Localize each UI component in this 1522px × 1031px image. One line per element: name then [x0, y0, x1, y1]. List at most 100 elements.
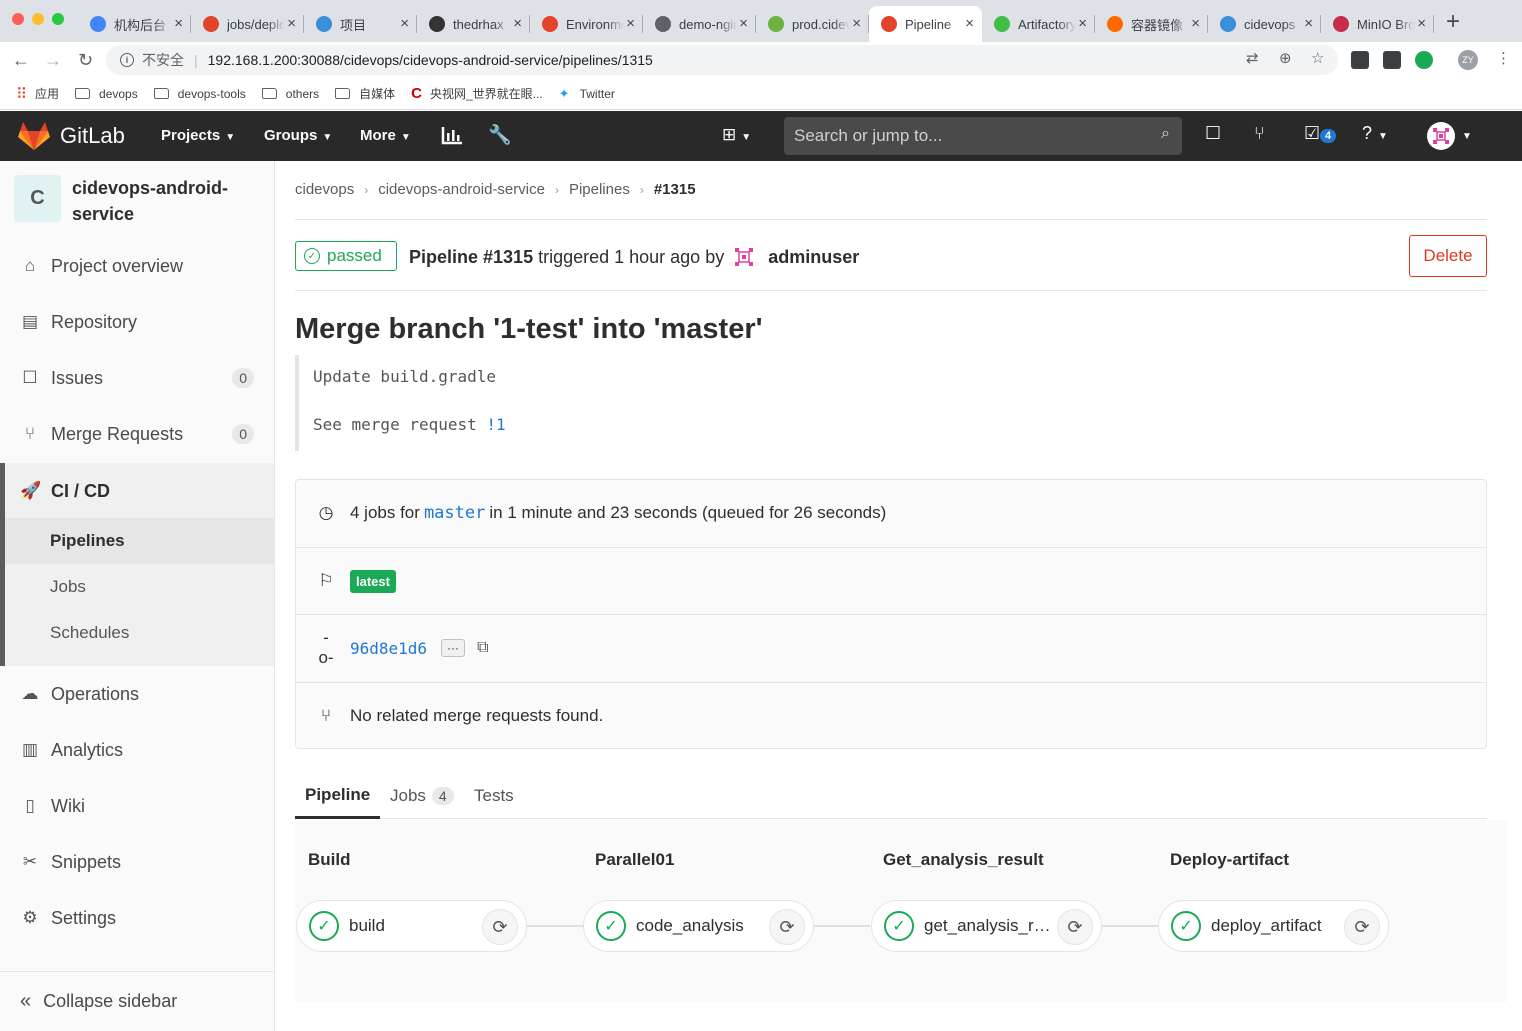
sidebar-subitem-schedules[interactable]: Schedules: [5, 610, 274, 656]
breadcrumb-link[interactable]: cidevops: [295, 181, 354, 200]
more-menu[interactable]: More ▼: [360, 127, 411, 144]
browser-tab[interactable]: 机构后台 ×: [78, 6, 191, 42]
retry-button[interactable]: ⟳: [482, 909, 518, 945]
extension-icon[interactable]: [1351, 51, 1369, 69]
job-code-analysis[interactable]: ✓ code_analysis ⟳: [583, 900, 814, 952]
close-tab-icon[interactable]: ×: [965, 15, 974, 33]
close-tab-icon[interactable]: ×: [626, 15, 635, 33]
close-tab-icon[interactable]: ×: [513, 15, 522, 33]
zoom-icon[interactable]: ⊕: [1279, 49, 1292, 67]
close-tab-icon[interactable]: ×: [174, 15, 183, 33]
info-icon[interactable]: i: [120, 53, 134, 67]
todos-icon[interactable]: ☑: [1304, 123, 1320, 144]
gitlab-home-link[interactable]: GitLab: [18, 121, 125, 151]
address-bar[interactable]: i 不安全 | 192.168.1.200:30088/cidevops/cid…: [106, 45, 1338, 75]
browser-tab[interactable]: 容器镜像 ×: [1095, 6, 1208, 42]
sidebar-subitem-pipelines[interactable]: Pipelines: [5, 518, 274, 564]
collapse-sidebar-button[interactable]: «Collapse sidebar: [0, 971, 274, 1031]
search-input[interactable]: Search or jump to... ⌕: [784, 117, 1182, 155]
close-window-button[interactable]: [12, 13, 24, 25]
browser-tab[interactable]: MinIO Browser×: [1321, 6, 1434, 42]
new-plus-icon[interactable]: ⊞ ▼: [722, 125, 751, 145]
close-tab-icon[interactable]: ×: [400, 15, 409, 33]
admin-wrench-icon[interactable]: 🔧: [488, 123, 512, 147]
browser-tab[interactable]: Pipeline ×: [869, 6, 982, 42]
sidebar-item-issues[interactable]: ☐ Issues 0: [0, 350, 274, 406]
maximize-window-button[interactable]: [52, 13, 64, 25]
browser-tab[interactable]: cidevops ×: [1208, 6, 1321, 42]
close-tab-icon[interactable]: ×: [287, 15, 296, 33]
chevron-down-icon[interactable]: ▼: [1462, 131, 1472, 142]
commit-sha-link[interactable]: 96d8e1d6: [350, 639, 427, 658]
job-deploy-artifact[interactable]: ✓ deploy_artifact ⟳: [1158, 900, 1389, 952]
groups-menu[interactable]: Groups ▼: [264, 127, 332, 144]
sidebar-item-snippets[interactable]: ✂ Snippets: [0, 834, 274, 890]
toggle-commit-message-button[interactable]: ···: [441, 639, 466, 657]
bookmark-item[interactable]: others: [261, 87, 319, 101]
merge-requests-nav-icon[interactable]: ⑂: [1254, 123, 1265, 144]
sidebar-item-merge-requests[interactable]: ⑂ Merge Requests 0: [0, 406, 274, 462]
job-get-analysis-result[interactable]: ✓ get_analysis_re... ⟳: [871, 900, 1102, 952]
close-tab-icon[interactable]: ×: [1304, 15, 1313, 33]
status-badge[interactable]: ✓ passed: [295, 241, 397, 271]
sidebar-item-wiki[interactable]: ▯ Wiki: [0, 778, 274, 834]
browser-tab[interactable]: thedrhax ×: [417, 6, 530, 42]
user-avatar[interactable]: [732, 245, 757, 269]
copy-sha-icon[interactable]: ⧉: [477, 639, 488, 657]
menu-icon[interactable]: ⋮: [1496, 49, 1511, 67]
bookmark-star-icon[interactable]: ☆: [1311, 49, 1324, 67]
analytics-icon[interactable]: [441, 127, 463, 145]
project-avatar[interactable]: C: [14, 175, 61, 222]
browser-tab[interactable]: demo-nginx×: [643, 6, 756, 42]
close-tab-icon[interactable]: ×: [1078, 15, 1087, 33]
sidebar-item-operations[interactable]: ☁ Operations: [0, 666, 274, 722]
user-name-link[interactable]: adminuser: [768, 247, 859, 268]
job-build[interactable]: ✓ build ⟳: [296, 900, 527, 952]
browser-tab[interactable]: 项目 ×: [304, 6, 417, 42]
sidebar-subitem-jobs[interactable]: Jobs: [5, 564, 274, 610]
sidebar-item-cicd[interactable]: 🚀 CI / CD: [5, 463, 274, 519]
back-button[interactable]: ←: [12, 48, 30, 72]
project-name[interactable]: cidevops-android-service: [72, 175, 262, 227]
tab-pipeline[interactable]: Pipeline: [295, 773, 381, 819]
minimize-window-button[interactable]: [32, 13, 44, 25]
sidebar-item-settings[interactable]: ⚙ Settings: [0, 890, 274, 946]
sidebar-item-project-overview[interactable]: ⌂ Project overview: [0, 238, 274, 294]
forward-button[interactable]: →: [44, 48, 62, 72]
breadcrumb-link[interactable]: cidevops-android-service: [378, 181, 545, 200]
tab-tests[interactable]: Tests: [474, 773, 514, 819]
bookmark-item[interactable]: ⠿ 应用: [16, 85, 59, 103]
user-avatar[interactable]: [1427, 122, 1455, 150]
sidebar-item-repository[interactable]: ▤ Repository: [0, 294, 274, 350]
delete-button[interactable]: Delete: [1409, 235, 1487, 277]
bookmark-item[interactable]: C 央视网_世界就在眼...: [411, 85, 543, 102]
close-tab-icon[interactable]: ×: [1417, 15, 1426, 33]
help-icon[interactable]: ? ▼: [1362, 123, 1388, 144]
new-tab-button[interactable]: +: [1446, 10, 1460, 34]
browser-tab[interactable]: prod.cidevops×: [756, 6, 869, 42]
extension-icon[interactable]: [1383, 51, 1401, 69]
issues-nav-icon[interactable]: ☐: [1205, 123, 1221, 144]
bookmark-item[interactable]: devops-tools: [153, 87, 246, 101]
browser-tab[interactable]: Artifactory ×: [982, 6, 1095, 42]
retry-button[interactable]: ⟳: [769, 909, 805, 945]
browser-tab[interactable]: Environments×: [530, 6, 643, 42]
tab-jobs[interactable]: Jobs 4: [390, 773, 454, 819]
projects-menu[interactable]: Projects ▼: [161, 127, 235, 144]
close-tab-icon[interactable]: ×: [739, 15, 748, 33]
bookmark-item[interactable]: ✦ Twitter: [559, 86, 615, 102]
close-tab-icon[interactable]: ×: [1191, 15, 1200, 33]
sidebar-item-analytics[interactable]: ▥ Analytics: [0, 722, 274, 778]
reload-button[interactable]: ↻: [78, 48, 93, 72]
close-tab-icon[interactable]: ×: [852, 15, 861, 33]
breadcrumb-current[interactable]: #1315: [654, 181, 696, 200]
translate-icon[interactable]: ⇄: [1246, 49, 1259, 67]
breadcrumb-link[interactable]: Pipelines: [569, 181, 630, 200]
bookmark-item[interactable]: devops: [75, 87, 138, 101]
profile-avatar[interactable]: ZY: [1458, 50, 1478, 70]
branch-link[interactable]: master: [424, 503, 485, 523]
extension-icon[interactable]: [1415, 51, 1433, 69]
retry-button[interactable]: ⟳: [1344, 909, 1380, 945]
bookmark-item[interactable]: 自媒体: [335, 85, 395, 102]
merge-request-link[interactable]: !1: [486, 415, 505, 434]
